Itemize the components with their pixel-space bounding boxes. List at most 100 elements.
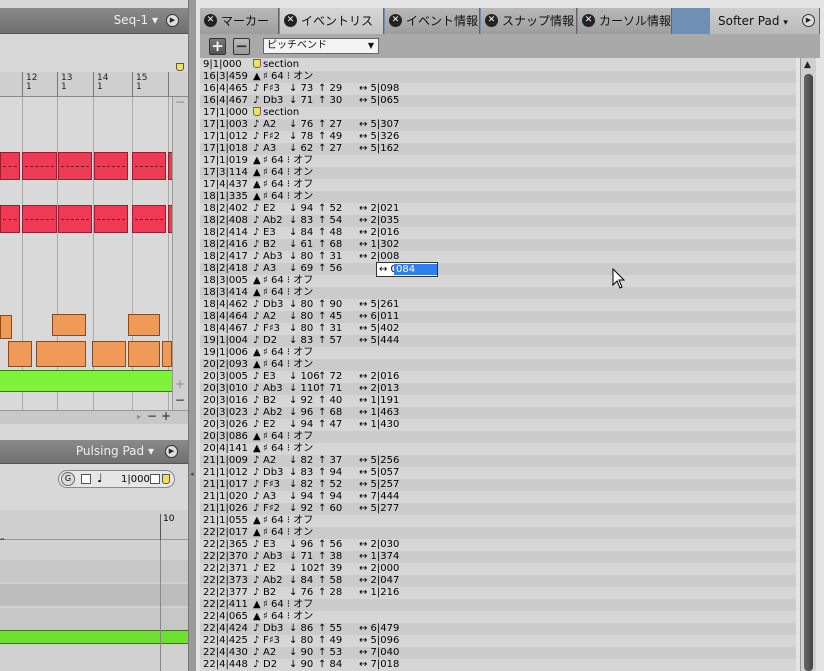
- note-length[interactable]: ↔ 6|479: [359, 623, 399, 635]
- event-position[interactable]: 22|4|425: [203, 635, 248, 647]
- event-row[interactable]: 17|1|012 ♪ F♯2 ↓ 78 ↑ 49 ↔ 5|326: [200, 131, 796, 143]
- close-icon[interactable]: ✕: [204, 14, 217, 27]
- event-position[interactable]: 19|1|004: [203, 335, 248, 347]
- note-pitch[interactable]: A2: [263, 119, 276, 131]
- note-pitch[interactable]: D2: [263, 335, 277, 347]
- note-release-velocity[interactable]: ↑ 56: [318, 539, 342, 551]
- controller-value[interactable]: ♯ 64 ⁝ オフ: [263, 599, 313, 611]
- note-velocity[interactable]: ↓ 76: [289, 119, 313, 131]
- note-velocity[interactable]: ↓ 82: [289, 455, 313, 467]
- note-block[interactable]: [128, 314, 160, 336]
- note-velocity[interactable]: ↓ 83: [289, 335, 313, 347]
- note-block[interactable]: [162, 341, 172, 367]
- close-icon[interactable]: ✕: [582, 14, 595, 27]
- note-velocity[interactable]: ↓ 96: [289, 539, 313, 551]
- note-pitch[interactable]: Ab3: [263, 383, 283, 395]
- controller-value[interactable]: ♯ 64 ⁝ オン: [263, 191, 313, 203]
- event-position[interactable]: 17|1|012: [203, 131, 248, 143]
- controller-value[interactable]: ♯ 64 ⁝ オン: [263, 611, 313, 623]
- instrument-selector[interactable]: Softer Pad ▾ ▶: [710, 8, 820, 34]
- note-velocity[interactable]: ↓ 83: [289, 467, 313, 479]
- note-release-velocity[interactable]: ↑ 94: [318, 491, 342, 503]
- note-length[interactable]: ↔ 5|326: [359, 131, 399, 143]
- note-pitch[interactable]: F♯3: [263, 83, 280, 95]
- event-position[interactable]: 20|3|023: [203, 407, 248, 419]
- note-pitch[interactable]: Db3: [263, 467, 283, 479]
- h-zoom-out-icon[interactable]: −: [146, 410, 158, 423]
- note-velocity[interactable]: ↓ 80: [289, 311, 313, 323]
- note-pitch[interactable]: B2: [263, 587, 276, 599]
- note-release-velocity[interactable]: ↑ 52: [318, 203, 342, 215]
- note-block[interactable]: [94, 205, 128, 233]
- controller-value[interactable]: ♯ 64 ⁝ オフ: [263, 275, 313, 287]
- event-row[interactable]: 18|2|418 ♪ A3 ↓ 69 ↑ 56: [200, 263, 796, 275]
- event-position[interactable]: 22|2|017: [203, 527, 248, 539]
- event-position[interactable]: 18|2|402: [203, 203, 248, 215]
- note-release-velocity[interactable]: ↑ 39: [318, 563, 342, 575]
- note-length[interactable]: ↔ 2|013: [359, 383, 399, 395]
- time-value[interactable]: 1|000: [121, 474, 150, 485]
- note-block[interactable]: [58, 205, 92, 233]
- controller-value[interactable]: ♯ 64 ⁝ オン: [263, 443, 313, 455]
- note-block[interactable]: [22, 152, 57, 180]
- event-position[interactable]: 22|4|430: [203, 647, 248, 659]
- event-position[interactable]: 22|4|065: [203, 611, 248, 623]
- close-icon[interactable]: ✕: [389, 14, 402, 27]
- event-position[interactable]: 18|3|005: [203, 275, 248, 287]
- event-row[interactable]: 18|2|408 ♪ Ab2 ↓ 83 ↑ 54 ↔ 2|035: [200, 215, 796, 227]
- event-row[interactable]: 18|4|462 ♪ Db3 ↓ 80 ↑ 90 ↔ 5|261: [200, 299, 796, 311]
- note-length[interactable]: ↔ 1|302: [359, 239, 399, 251]
- note-pitch[interactable]: E2: [263, 419, 276, 431]
- event-filter-dropdown[interactable]: ピッチベンド ▼: [263, 38, 379, 54]
- note-length[interactable]: ↔ 1|216: [359, 587, 399, 599]
- note-release-velocity[interactable]: ↑ 71: [318, 383, 342, 395]
- remove-event-button[interactable]: −: [233, 38, 250, 55]
- green-region[interactable]: [0, 370, 172, 392]
- event-row[interactable]: 22|4|425 ♪ F♯3 ↓ 80 ↑ 49 ↔ 5|096: [200, 635, 796, 647]
- note-release-velocity[interactable]: ↑ 54: [318, 215, 342, 227]
- note-release-velocity[interactable]: ↑ 72: [318, 371, 342, 383]
- event-position[interactable]: 18|4|462: [203, 299, 248, 311]
- event-row[interactable]: 17|1|019 ▲ ♯ 64 ⁝ オフ: [200, 155, 796, 167]
- note-release-velocity[interactable]: ↑ 37: [318, 455, 342, 467]
- note-pitch[interactable]: A2: [263, 647, 276, 659]
- note-block[interactable]: [0, 152, 20, 180]
- note-length[interactable]: ↔ 5|057: [359, 467, 399, 479]
- g-button[interactable]: G: [61, 472, 75, 486]
- note-length[interactable]: ↔ 1|191: [359, 395, 399, 407]
- event-position[interactable]: 18|4|467: [203, 323, 248, 335]
- event-row[interactable]: 22|2|370 ♪ Ab3 ↓ 71 ↑ 38 ↔ 1|374: [200, 551, 796, 563]
- note-release-velocity[interactable]: ↑ 28: [318, 587, 342, 599]
- note-block[interactable]: [94, 152, 128, 180]
- note-velocity[interactable]: ↓ 78: [289, 131, 313, 143]
- event-row[interactable]: 22|2|377 ♪ B2 ↓ 76 ↑ 28 ↔ 1|216: [200, 587, 796, 599]
- note-pitch[interactable]: Db3: [263, 95, 283, 107]
- note-velocity[interactable]: ↓ 80: [289, 251, 313, 263]
- note-velocity[interactable]: ↓ 92: [289, 503, 313, 515]
- note-release-velocity[interactable]: ↑ 60: [318, 503, 342, 515]
- event-position[interactable]: 20|3|086: [203, 431, 248, 443]
- note-length[interactable]: ↔ 5|065: [359, 95, 399, 107]
- note-length[interactable]: ↔ 1|463: [359, 407, 399, 419]
- note-length[interactable]: ↔ 2|047: [359, 575, 399, 587]
- note-velocity[interactable]: ↓ 80: [289, 635, 313, 647]
- note-release-velocity[interactable]: ↑ 94: [318, 467, 342, 479]
- close-icon[interactable]: ✕: [284, 14, 297, 27]
- zoom-out-icon[interactable]: −: [174, 394, 186, 407]
- event-row[interactable]: 20|4|141 ▲ ♯ 64 ⁝ オン: [200, 443, 796, 455]
- instrument-ruler[interactable]: 10 n: [0, 510, 188, 545]
- note-release-velocity[interactable]: ↑ 49: [318, 635, 342, 647]
- tab-cursor-info[interactable]: ✕ カーソル情報: [578, 8, 672, 34]
- track-grid[interactable]: [0, 97, 174, 410]
- note-velocity[interactable]: ↓ 80: [289, 299, 313, 311]
- note-length[interactable]: ↔ 5|096: [359, 635, 399, 647]
- event-position[interactable]: 21|1|055: [203, 515, 248, 527]
- scroll-right-icon[interactable]: ▸: [133, 411, 145, 423]
- note-pitch[interactable]: Ab2: [263, 215, 283, 227]
- note-pitch[interactable]: E3: [263, 539, 276, 551]
- note-length[interactable]: ↔ 7|444: [359, 491, 399, 503]
- note-length[interactable]: ↔ 2|030: [359, 539, 399, 551]
- note-length[interactable]: ↔ 5|307: [359, 119, 399, 131]
- note-velocity[interactable]: ↓ 69: [289, 263, 313, 275]
- note-pitch[interactable]: F♯3: [263, 635, 280, 647]
